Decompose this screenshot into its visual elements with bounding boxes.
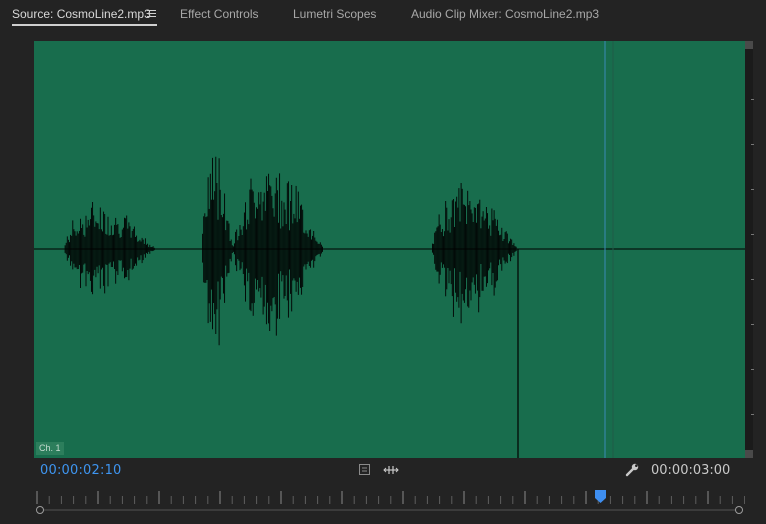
- time-ruler[interactable]: [34, 488, 745, 506]
- zoom-scrollbar-track: [42, 509, 737, 511]
- scale-tick: [751, 99, 754, 100]
- scroll-handle-top[interactable]: [745, 41, 753, 49]
- zoom-handle-left[interactable]: [36, 506, 44, 514]
- scale-tick: [751, 414, 754, 415]
- scroll-handle-bottom[interactable]: [745, 450, 753, 458]
- scale-tick: [751, 324, 754, 325]
- scale-tick: [751, 189, 754, 190]
- ruler-tick-group: [36, 491, 745, 504]
- scale-tick: [751, 279, 754, 280]
- time-ruler-ticks: [36, 490, 745, 504]
- tab-effect-controls[interactable]: Effect Controls: [180, 0, 258, 28]
- panel-tab-bar: Source: CosmoLine2.mp3 Effect Controls L…: [0, 0, 766, 32]
- audio-waveform-panel[interactable]: Ch. 1: [34, 41, 745, 458]
- playhead-marker[interactable]: [595, 490, 606, 503]
- active-tab-indicator: [12, 24, 157, 26]
- scale-tick: [751, 144, 754, 145]
- hamburger-menu-icon[interactable]: [147, 10, 156, 18]
- vertical-zoom-scrollbar[interactable]: [745, 41, 754, 458]
- wrench-icon[interactable]: [624, 462, 640, 478]
- zoom-handle-right[interactable]: [735, 506, 743, 514]
- waveform-display: [34, 41, 745, 458]
- scale-tick: [751, 234, 754, 235]
- tab-audio-clip-mixer[interactable]: Audio Clip Mixer: CosmoLine2.mp3: [411, 0, 599, 28]
- marker-icon[interactable]: [358, 463, 371, 476]
- duration-timecode: 00:00:03:00: [651, 463, 731, 478]
- tab-lumetri-scopes[interactable]: Lumetri Scopes: [293, 0, 376, 28]
- waveform-bars: [64, 156, 517, 346]
- scale-tick: [751, 369, 754, 370]
- zoom-scrollbar[interactable]: [36, 506, 743, 514]
- channel-label: Ch. 1: [36, 442, 64, 455]
- insert-icon[interactable]: [383, 464, 399, 476]
- current-timecode[interactable]: 00:00:02:10: [40, 463, 122, 478]
